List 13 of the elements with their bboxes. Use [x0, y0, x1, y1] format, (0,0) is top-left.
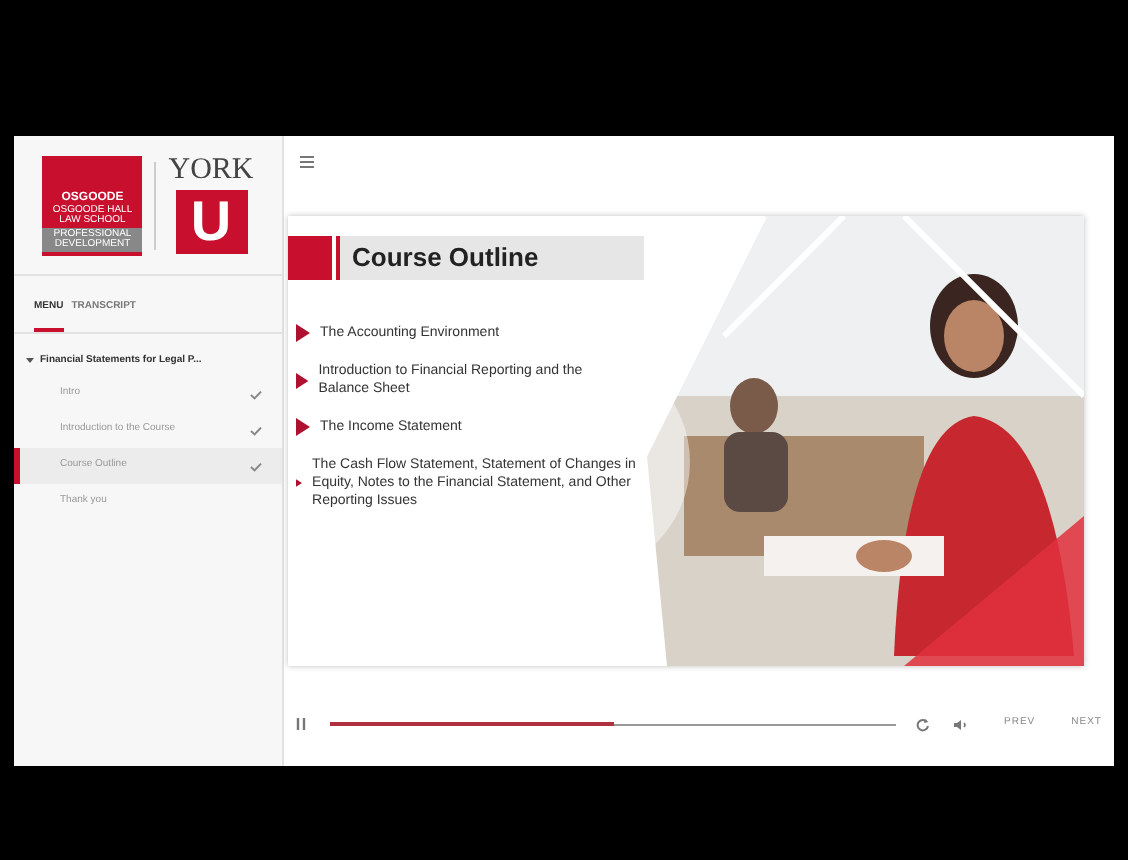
slide-title: Course Outline	[352, 240, 539, 277]
menu-icon[interactable]	[300, 156, 315, 168]
university-name: YORK	[168, 156, 254, 186]
pause-icon[interactable]	[296, 718, 307, 730]
bullet-icon	[296, 371, 309, 389]
bullet-icon	[296, 324, 311, 342]
replay-icon[interactable]	[916, 717, 931, 731]
university-logo: U	[175, 190, 247, 254]
bullet-icon	[296, 418, 311, 436]
caret-icon	[26, 356, 34, 365]
title-accent	[288, 236, 333, 280]
volume-icon[interactable]	[954, 717, 969, 731]
bullet-icon	[296, 474, 303, 492]
